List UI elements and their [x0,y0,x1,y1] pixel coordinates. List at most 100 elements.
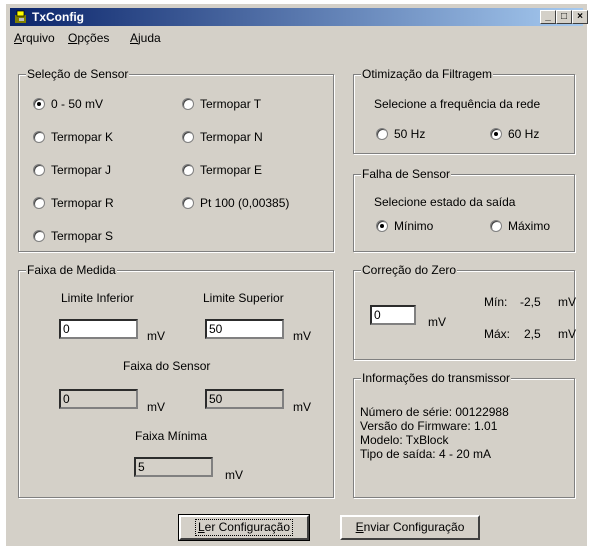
radio-dot [33,98,45,110]
minimize-button[interactable]: _ [540,10,556,24]
radio-label: Termopar K [51,130,114,144]
radio-sensor-pt100[interactable]: Pt 100 (0,00385) [182,196,289,210]
radio-sensor-termopar-e[interactable]: Termopar E [182,163,262,177]
radio-dot [33,230,45,242]
txconfig-window: TxConfig _ □ × Arquivo Opções Ajuda Sele… [6,4,588,546]
radio-label: Termopar N [200,130,263,144]
menu-bar: Arquivo Opções Ajuda [10,28,583,48]
faixa-minima-unit: mV [225,468,243,482]
radio-dot [182,197,194,209]
radio-label: Termopar J [51,163,112,177]
menu-arquivo-accel: A [14,31,23,45]
radio-dot [490,128,502,140]
ler-configuracao-button[interactable]: Ler Configuração [178,514,310,541]
radio-label: Termopar R [51,196,114,210]
menu-ajuda-label: juda [138,31,161,45]
faixa-group-title: Faixa de Medida [26,263,117,277]
falha-group: Falha de Sensor Selecione estado da saíd… [353,167,575,252]
zero-max-unit: mV [558,327,576,341]
radio-dot [490,220,502,232]
radio-sensor-termopar-r[interactable]: Termopar R [33,196,114,210]
falha-group-title: Falha de Sensor [361,167,452,181]
radio-falha-minimo[interactable]: Mínimo [376,219,433,233]
maximize-button[interactable]: □ [556,10,572,24]
limite-superior-label: Limite Superior [203,291,284,305]
radio-dot [182,131,194,143]
sensor-max-field: 50 [205,389,284,409]
sensor-min-unit: mV [147,400,165,414]
info-group-title: Informações do transmissor [361,371,512,385]
limite-inferior-input[interactable]: 0 [59,319,138,339]
zero-group: Correção do Zero 0 mV Mín: -2,5 mV Máx: … [353,263,576,360]
sensor-min-field: 0 [59,389,138,409]
radio-sensor-termopar-n[interactable]: Termopar N [182,130,263,144]
zero-max-value: 2,5 [524,327,541,341]
title-bar: TxConfig _ □ × [10,8,588,26]
info-firmware: Versão do Firmware: 1.01 [360,419,498,433]
radio-freq-50hz[interactable]: 50 Hz [376,127,425,141]
radio-label: Mínimo [394,219,434,233]
radio-label: 0 - 50 mV [51,97,104,111]
radio-dot [376,128,388,140]
menu-opcoes-accel: O [68,31,78,45]
zero-min-value: -2,5 [520,295,541,309]
radio-dot [33,131,45,143]
zero-max-label: Máx: [484,327,511,341]
ler-configuracao-focus: Ler Configuração [194,519,294,536]
zero-unit: mV [428,315,446,329]
filtro-group: Otimização da Filtragem Selecione a freq… [353,67,575,154]
radio-dot [33,197,45,209]
radio-freq-60hz[interactable]: 60 Hz [490,127,539,141]
menu-opcoes[interactable]: Opções [68,31,109,45]
falha-prompt: Selecione estado da saída [374,195,516,209]
limite-superior-unit: mV [293,329,311,343]
faixa-minima-field: 5 [134,457,213,477]
filtro-prompt: Selecione a frequência da rede [374,97,541,111]
radio-dot [376,220,388,232]
faixa-minima-label: Faixa Mínima [135,429,208,443]
radio-sensor-termopar-t[interactable]: Termopar T [182,97,261,111]
radio-label: Termopar T [200,97,262,111]
radio-label: Termopar S [51,229,114,243]
info-group: Informações do transmissor Número de sér… [353,371,575,498]
radio-dot [182,164,194,176]
enviar-label: nviar Configuração [363,520,465,534]
zero-min-unit: mV [558,295,576,309]
limite-superior-input[interactable]: 50 [205,319,284,339]
ler-accel: L [197,520,205,534]
radio-sensor-termopar-k[interactable]: Termopar K [33,130,113,144]
app-icon [15,10,26,23]
window-title: TxConfig [32,10,84,24]
radio-sensor-0-50mv[interactable]: 0 - 50 mV [33,97,103,111]
menu-opcoes-label: pções [77,31,110,45]
zero-input[interactable]: 0 [370,305,416,325]
radio-sensor-termopar-s[interactable]: Termopar S [33,229,113,243]
faixa-group: Faixa de Medida Limite Inferior Limite S… [18,263,334,498]
limite-inferior-unit: mV [147,329,165,343]
sensor-group-title: Seleção de Sensor [26,67,130,81]
radio-sensor-termopar-j[interactable]: Termopar J [33,163,111,177]
faixa-sensor-label: Faixa do Sensor [123,359,211,373]
zero-min-label: Mín: [484,295,508,309]
menu-ajuda[interactable]: Ajuda [130,31,161,45]
enviar-configuracao-button[interactable]: Enviar Configuração [340,515,480,540]
info-output-type: Tipo de saída: 4 - 20 mA [360,447,491,461]
info-serial: Número de série: 00122988 [360,405,509,419]
menu-arquivo[interactable]: Arquivo [14,31,55,45]
menu-arquivo-label: rquivo [22,31,55,45]
radio-label: Máximo [508,219,551,233]
enviar-accel: E [355,520,364,534]
close-button[interactable]: × [572,10,588,24]
radio-label: 50 Hz [394,127,426,141]
radio-dot [33,164,45,176]
menu-ajuda-accel: A [130,31,139,45]
radio-label: 60 Hz [508,127,540,141]
sensor-max-unit: mV [293,400,311,414]
sensor-group: Seleção de Sensor 0 - 50 mV Termopar K T… [18,67,334,252]
ler-label: er Configuração [204,520,291,534]
radio-falha-maximo[interactable]: Máximo [490,219,550,233]
radio-label: Pt 100 (0,00385) [200,196,290,210]
zero-group-title: Correção do Zero [361,263,458,277]
radio-dot [182,98,194,110]
info-model: Modelo: TxBlock [360,433,449,447]
